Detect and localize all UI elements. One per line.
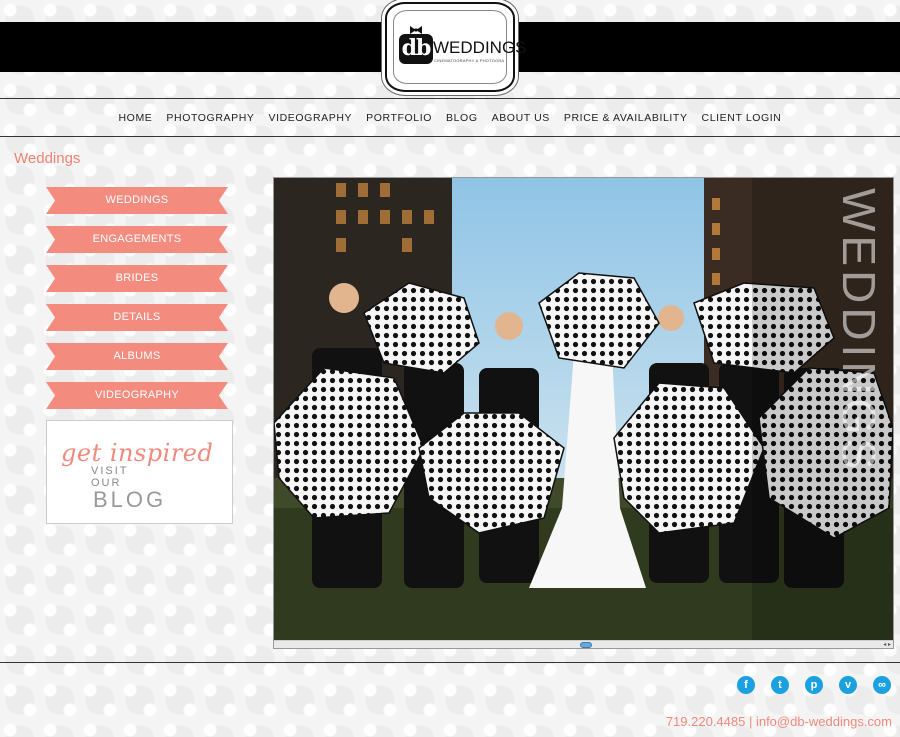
sidebar-item-engagements[interactable]: ENGAGEMENTS (46, 226, 228, 253)
logo-wordmark: WEDDINGS (433, 38, 527, 57)
nav-client-login[interactable]: CLIENT LOGIN (702, 112, 782, 124)
gallery-photo (274, 178, 893, 640)
nav-portfolio[interactable]: PORTFOLIO (366, 112, 432, 124)
site-logo[interactable]: db WEDDINGS CINEMATOGRAPHY & PHOTOGRAPHY (385, 2, 527, 92)
sidebar-menu: WEDDINGS ENGAGEMENTS BRIDES DETAILS ALBU… (46, 187, 228, 421)
blog-promo-script: get inspired (61, 439, 214, 467)
gallery-scroll-thumb[interactable] (580, 642, 592, 648)
pinterest-icon[interactable]: p (805, 676, 823, 694)
logo-mark: db (399, 34, 433, 64)
logo-subtitle: CINEMATOGRAPHY & PHOTOGRAPHY (434, 58, 504, 63)
twitter-icon[interactable]: t (771, 676, 789, 694)
blog-promo-blog: BLOG (93, 487, 167, 512)
gallery-scroll-arrows-icon[interactable]: ◂ ▸ (883, 641, 891, 649)
nav-photography[interactable]: PHOTOGRAPHY (166, 112, 254, 124)
gallery-watermark: WEDDINGS (833, 188, 885, 473)
nav-home[interactable]: HOME (119, 112, 153, 124)
link-icon[interactable]: ∞ (873, 676, 891, 694)
footer-divider (0, 662, 900, 663)
nav-price-availability[interactable]: PRICE & AVAILABILITY (564, 112, 688, 124)
vimeo-icon[interactable]: v (839, 676, 857, 694)
sidebar-item-brides[interactable]: BRIDES (46, 265, 228, 292)
nav-blog[interactable]: BLOG (446, 112, 478, 124)
contact-info[interactable]: 719.220.4485 | info@db-weddings.com (666, 714, 892, 729)
sidebar-item-videography[interactable]: VIDEOGRAPHY (46, 382, 228, 409)
social-links: f t p v ∞ (737, 676, 891, 694)
sidebar-item-weddings[interactable]: WEDDINGS (46, 187, 228, 214)
blog-promo[interactable]: get inspired VISIT OUR BLOG (46, 420, 233, 524)
gallery-scrollbar[interactable]: ◂ ▸ (274, 640, 893, 648)
bow-icon (410, 26, 422, 34)
sidebar-item-albums[interactable]: ALBUMS (46, 343, 228, 370)
sidebar-item-details[interactable]: DETAILS (46, 304, 228, 331)
nav-about-us[interactable]: ABOUT US (492, 112, 550, 124)
photo-gallery[interactable]: WEDDINGS ◂ ▸ (273, 177, 894, 649)
facebook-icon[interactable]: f (737, 676, 755, 694)
main-nav: HOME PHOTOGRAPHY VIDEOGRAPHY PORTFOLIO B… (0, 99, 900, 137)
blog-promo-visit: VISIT (91, 465, 129, 477)
nav-videography[interactable]: VIDEOGRAPHY (269, 112, 353, 124)
page-title: Weddings (14, 150, 81, 167)
